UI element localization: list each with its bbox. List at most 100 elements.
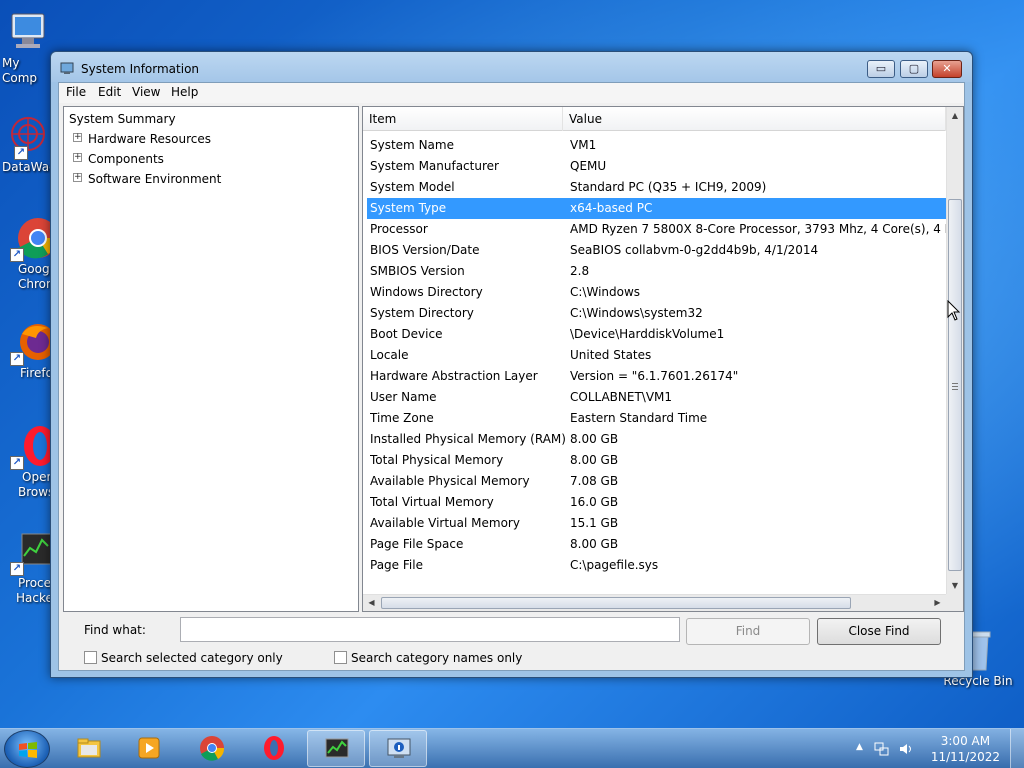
expand-icon[interactable]: + bbox=[73, 133, 82, 142]
table-row[interactable]: System Manufacturer QEMU bbox=[367, 156, 946, 177]
horizontal-scroll-thumb[interactable] bbox=[381, 597, 851, 609]
desktop-icon-google-chrome[interactable]: ↗ Googl Chrom bbox=[8, 216, 58, 292]
grip-icon bbox=[952, 386, 958, 387]
network-icon[interactable] bbox=[874, 741, 890, 757]
grip-icon bbox=[952, 389, 958, 390]
table-row[interactable]: Total Virtual Memory 16.0 GB bbox=[367, 492, 946, 513]
table-row[interactable]: Page File C:\pagefile.sys bbox=[367, 555, 946, 576]
row-value-cell: Version = "6.1.7601.26174" bbox=[570, 369, 739, 383]
column-header-value[interactable]: Value bbox=[563, 107, 946, 131]
minimize-button[interactable]: ▭ bbox=[867, 60, 895, 78]
vertical-scroll-thumb[interactable] bbox=[948, 199, 962, 571]
checkbox-box[interactable] bbox=[334, 651, 347, 664]
table-row[interactable]: Available Virtual Memory 15.1 GB bbox=[367, 513, 946, 534]
taskbar-explorer[interactable] bbox=[60, 730, 118, 767]
table-row[interactable]: Installed Physical Memory (RAM) 8.00 GB bbox=[367, 429, 946, 450]
checkbox-label: Search category names only bbox=[351, 651, 523, 665]
scroll-up-arrow-icon[interactable]: ▲ bbox=[947, 107, 963, 124]
table-row[interactable]: BIOS Version/Date SeaBIOS collabvm-0-g2dd… bbox=[367, 240, 946, 261]
table-row[interactable]: Locale United States bbox=[367, 345, 946, 366]
table-row[interactable]: SMBIOS Version 2.8 bbox=[367, 261, 946, 282]
desktop-icon-firefox[interactable]: ↗ Firefo bbox=[8, 320, 56, 381]
mouse-cursor-icon bbox=[947, 300, 961, 321]
find-what-label: Find what: bbox=[84, 623, 146, 637]
row-item-cell: Available Virtual Memory bbox=[370, 516, 520, 530]
taskbar-media-player[interactable] bbox=[120, 730, 178, 767]
scroll-left-arrow-icon[interactable]: ◀ bbox=[363, 595, 380, 611]
row-value-cell: 8.00 GB bbox=[570, 432, 619, 446]
column-header-item[interactable]: Item bbox=[363, 107, 563, 131]
menu-file[interactable]: File bbox=[66, 85, 86, 99]
tree-item-system-summary[interactable]: System Summary bbox=[69, 109, 176, 129]
taskbar-chrome[interactable] bbox=[183, 730, 241, 767]
close-button[interactable]: ✕ bbox=[932, 60, 962, 78]
checkbox-box[interactable] bbox=[84, 651, 97, 664]
table-row[interactable]: Page File Space 8.00 GB bbox=[367, 534, 946, 555]
expand-icon[interactable]: + bbox=[73, 153, 82, 162]
tree-item-software-environment[interactable]: Software Environment bbox=[88, 169, 221, 189]
datawag-icon: ↗ bbox=[4, 114, 48, 160]
volume-icon[interactable] bbox=[898, 741, 914, 757]
vertical-scrollbar[interactable]: ▲ ▼ bbox=[946, 107, 963, 594]
scroll-down-arrow-icon[interactable]: ▼ bbox=[947, 577, 963, 594]
menu-edit[interactable]: Edit bbox=[98, 85, 121, 99]
horizontal-scrollbar[interactable]: ◀ ▶ bbox=[363, 594, 946, 611]
menu-view[interactable]: View bbox=[132, 85, 160, 99]
window-titlebar[interactable]: System Information ▭ ▢ ✕ bbox=[51, 52, 972, 82]
table-row[interactable]: System Type x64-based PC bbox=[367, 198, 946, 219]
table-row[interactable]: Available Physical Memory 7.08 GB bbox=[367, 471, 946, 492]
row-item-cell: Page File Space bbox=[370, 537, 464, 551]
menubar: File Edit View Help bbox=[59, 83, 964, 103]
tree-item-hardware-resources[interactable]: Hardware Resources bbox=[88, 129, 211, 149]
shortcut-arrow-icon: ↗ bbox=[10, 248, 24, 262]
desktop-icon-label: Firefo bbox=[20, 366, 53, 380]
table-row[interactable]: Hardware Abstraction Layer Version = "6.1… bbox=[367, 366, 946, 387]
grip-icon bbox=[952, 383, 958, 384]
scroll-right-arrow-icon[interactable]: ▶ bbox=[929, 595, 946, 611]
shortcut-arrow-icon: ↗ bbox=[10, 352, 24, 366]
start-button[interactable] bbox=[4, 730, 50, 768]
table-row[interactable]: Windows Directory C:\Windows bbox=[367, 282, 946, 303]
row-item-cell: Processor bbox=[370, 222, 428, 236]
row-value-cell: 15.1 GB bbox=[570, 516, 619, 530]
show-desktop-button[interactable] bbox=[1010, 729, 1024, 768]
taskbar-opera[interactable] bbox=[245, 730, 303, 767]
menu-help[interactable]: Help bbox=[171, 85, 198, 99]
taskbar: ▲ 3:00 AM 11/11/2022 bbox=[0, 728, 1024, 768]
tree-item-components[interactable]: Components bbox=[88, 149, 164, 169]
desktop-icon-my-computer[interactable]: My Comp bbox=[0, 10, 56, 86]
row-item-cell: Total Physical Memory bbox=[370, 453, 504, 467]
desktop-icon-opera-browser[interactable]: ↗ Oper Brows bbox=[8, 424, 56, 500]
desktop-icon-label: Chrom bbox=[18, 277, 58, 291]
system-information-icon bbox=[387, 738, 411, 758]
maximize-button[interactable]: ▢ bbox=[900, 60, 928, 78]
close-find-button[interactable]: Close Find bbox=[817, 618, 941, 645]
table-row[interactable]: System Model Standard PC (Q35 + ICH9, 200… bbox=[367, 177, 946, 198]
row-item-cell: Boot Device bbox=[370, 327, 443, 341]
table-row[interactable]: User Name COLLABNET\VM1 bbox=[367, 387, 946, 408]
table-row[interactable]: Boot Device \Device\HarddiskVolume1 bbox=[367, 324, 946, 345]
row-value-cell: C:\Windows bbox=[570, 285, 641, 299]
table-row[interactable]: Total Physical Memory 8.00 GB bbox=[367, 450, 946, 471]
table-row[interactable]: System Directory C:\Windows\system32 bbox=[367, 303, 946, 324]
row-item-cell: Time Zone bbox=[370, 411, 434, 425]
taskbar-system-information[interactable] bbox=[369, 730, 427, 767]
row-item-cell: System Directory bbox=[370, 306, 474, 320]
find-button[interactable]: Find bbox=[686, 618, 810, 645]
search-category-names-checkbox[interactable]: Search category names only bbox=[334, 651, 522, 665]
search-selected-category-checkbox[interactable]: Search selected category only bbox=[84, 651, 283, 665]
find-what-input[interactable] bbox=[180, 617, 680, 642]
row-value-cell: SeaBIOS collabvm-0-g2dd4b9b, 4/1/2014 bbox=[570, 243, 819, 257]
expand-icon[interactable]: + bbox=[73, 173, 82, 182]
computer-icon bbox=[6, 10, 50, 54]
table-row[interactable]: Time Zone Eastern Standard Time bbox=[367, 408, 946, 429]
desktop-icon-process-hacker[interactable]: ↗ Proce Hacke bbox=[8, 530, 53, 606]
row-value-cell: 8.00 GB bbox=[570, 453, 619, 467]
taskbar-process-hacker[interactable] bbox=[307, 730, 365, 767]
tray-expand-icon[interactable]: ▲ bbox=[856, 742, 863, 752]
table-row[interactable]: System Name VM1 bbox=[367, 135, 946, 156]
media-player-icon bbox=[138, 737, 160, 759]
clock[interactable]: 3:00 AM 11/11/2022 bbox=[931, 733, 1000, 765]
desktop-icon-datawag[interactable]: ↗ DataWag bbox=[0, 114, 57, 175]
table-row[interactable]: Processor AMD Ryzen 7 5800X 8-Core Proces… bbox=[367, 219, 946, 240]
